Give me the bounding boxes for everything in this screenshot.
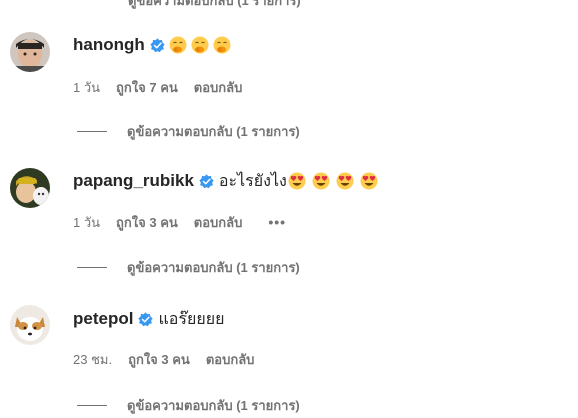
verified-badge-icon: [138, 311, 154, 327]
view-replies-label: ดูข้อความตอบกลับ (1 รายการ): [127, 259, 300, 275]
comment-line: papang_rubikk อะไรยังไง: [73, 169, 378, 193]
partial-view-replies-link[interactable]: ดูข้อความตอบกลับ (1 รายการ): [128, 0, 301, 11]
smiling-face-with-heart-eyes-emoji: [336, 172, 354, 190]
more-options-icon[interactable]: •••: [268, 214, 286, 230]
face-with-hand-over-mouth-emoji: [213, 36, 231, 54]
view-replies-label: ดูข้อความตอบกลับ (1 รายการ): [127, 397, 300, 413]
comment-username[interactable]: papang_rubikk: [73, 171, 194, 191]
view-replies-divider: [77, 130, 107, 132]
comment-likes-count[interactable]: ถูกใจ 7 คน: [116, 77, 178, 98]
face-with-hand-over-mouth-emoji: [169, 36, 187, 54]
view-replies-divider: [77, 404, 107, 406]
comment-timestamp[interactable]: 23 ชม.: [73, 349, 112, 370]
view-replies-button[interactable]: ดูข้อความตอบกลับ (1 รายการ): [77, 122, 300, 140]
comment-username[interactable]: petepol: [73, 309, 133, 329]
comment-likes-count[interactable]: ถูกใจ 3 คน: [128, 349, 190, 370]
verified-badge-icon: [199, 173, 214, 189]
avatar[interactable]: [10, 32, 50, 72]
comment-timestamp[interactable]: 1 วัน: [73, 77, 100, 98]
smiling-face-with-heart-eyes-emoji: [312, 172, 330, 190]
view-replies-button[interactable]: ดูข้อความตอบกลับ (1 รายการ): [77, 396, 300, 414]
view-replies-label: ดูข้อความตอบกลับ (1 รายการ): [127, 123, 300, 139]
comment-timestamp[interactable]: 1 วัน: [73, 212, 100, 233]
comment-line: petepol แอร๊ยยยย: [73, 307, 224, 331]
view-replies-divider: [77, 266, 107, 268]
comment-line: hanongh: [73, 33, 231, 57]
smiling-face-with-heart-eyes-emoji: [288, 172, 306, 190]
comment-meta: 1 วัน ถูกใจ 3 คน ตอบกลับ •••: [73, 213, 286, 231]
reply-button[interactable]: ตอบกลับ: [194, 212, 243, 233]
comment-meta: 1 วัน ถูกใจ 7 คน ตอบกลับ: [73, 78, 242, 96]
avatar[interactable]: [10, 305, 50, 345]
avatar[interactable]: [10, 168, 50, 208]
verified-badge-icon: [150, 37, 165, 53]
comment-username[interactable]: hanongh: [73, 35, 145, 55]
comment-likes-count[interactable]: ถูกใจ 3 คน: [116, 212, 178, 233]
comment-meta: 23 ชม. ถูกใจ 3 คน ตอบกลับ: [73, 350, 254, 368]
comment-text: อะไรยังไง: [218, 172, 287, 190]
reply-button[interactable]: ตอบกลับ: [206, 349, 255, 370]
face-with-hand-over-mouth-emoji: [191, 36, 209, 54]
reply-button[interactable]: ตอบกลับ: [194, 77, 243, 98]
smiling-face-with-heart-eyes-emoji: [360, 172, 378, 190]
comment-text: แอร๊ยยยย: [158, 310, 225, 328]
view-replies-button[interactable]: ดูข้อความตอบกลับ (1 รายการ): [77, 258, 300, 276]
